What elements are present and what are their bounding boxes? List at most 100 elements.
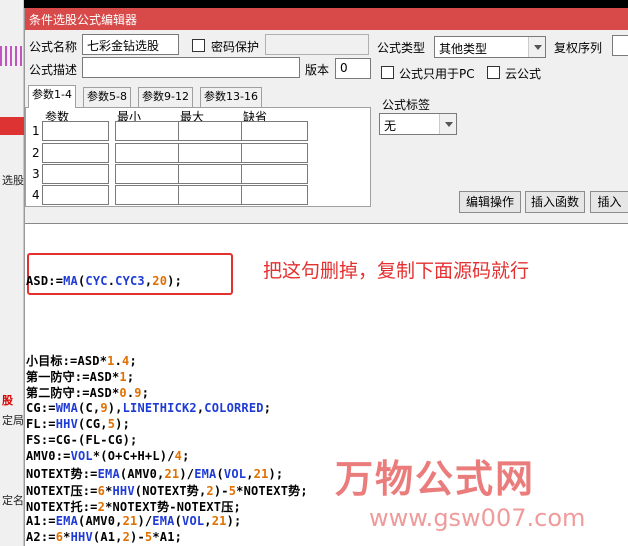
code-line[interactable]: NOTEXT势:=EMA(AMV0,21)/EMA(VOL,21);	[26, 465, 283, 482]
param-max-input[interactable]	[178, 143, 245, 163]
param-name-input[interactable]	[42, 121, 109, 141]
param-default-input[interactable]	[241, 185, 308, 205]
tab-params-1-4[interactable]: 参数1-4	[28, 85, 76, 108]
code-line[interactable]: FL:=HHV(CG,5);	[26, 417, 130, 431]
code-token: ;	[174, 530, 183, 545]
code-token: 2	[206, 483, 214, 498]
insert-function-button[interactable]: 插入函数	[525, 191, 585, 213]
password-checkbox[interactable]	[192, 39, 205, 52]
code-token: (	[174, 514, 183, 528]
cloud-checkbox[interactable]	[487, 66, 500, 79]
code-token: 6	[97, 483, 106, 498]
pc-only-checkbox[interactable]	[381, 66, 394, 79]
tag-select[interactable]: 无	[379, 113, 457, 135]
formula-name-label: 公式名称	[29, 40, 78, 54]
code-token: 势,	[186, 483, 207, 498]
description-input[interactable]	[82, 57, 300, 78]
param-min-input[interactable]	[115, 164, 182, 184]
code-token: ;	[126, 370, 135, 385]
code-token: 2	[122, 530, 131, 545]
param-min-input[interactable]	[115, 143, 182, 163]
code-token: ,	[115, 530, 123, 545]
code-token: 21	[211, 514, 227, 528]
code-token: 1	[107, 354, 115, 368]
code-token: )-	[213, 483, 229, 498]
code-token: 0	[119, 386, 127, 401]
code-line[interactable]: 小目标:=ASD*1.4;	[26, 352, 137, 369]
code-token: 4	[174, 449, 183, 464]
code-token: ;	[129, 354, 137, 368]
param-max-input[interactable]	[178, 164, 245, 184]
code-token: 2	[97, 499, 106, 514]
code-token: 9	[100, 400, 108, 415]
formula-type-select[interactable]: 其他类型	[434, 36, 546, 58]
code-token: );	[122, 433, 138, 447]
code-token: 小目标:=	[26, 354, 78, 368]
insert-more-button[interactable]: 插入	[590, 191, 628, 213]
code-token: ASD	[77, 354, 100, 368]
code-line[interactable]: FS:=CG-(FL-CG);	[26, 433, 137, 447]
code-token: NOTEXT	[243, 483, 289, 498]
code-token: ,	[100, 416, 108, 431]
code-token: A1	[159, 530, 175, 545]
param-name-input[interactable]	[42, 143, 109, 163]
param-max-input[interactable]	[178, 185, 245, 205]
restore-order-select[interactable]	[612, 35, 628, 56]
code-editor[interactable]: 把这句删掉，复制下面源码就行 ASD:=MA(CYC.CYC3,20); 小目标…	[25, 223, 628, 546]
code-token: CG	[107, 433, 123, 447]
tab-params-13-16[interactable]: 参数13-16	[200, 87, 262, 107]
param-row-number: 2	[32, 146, 40, 160]
code-token: 21	[122, 514, 138, 528]
code-line[interactable]: A1:=EMA(AMV0,21)/EMA(VOL,21);	[26, 514, 241, 528]
code-token: C	[85, 400, 93, 415]
password-input[interactable]	[265, 34, 369, 55]
code-token: ,	[115, 514, 123, 528]
param-name-input[interactable]	[42, 164, 109, 184]
code-token: AMV0	[26, 449, 56, 464]
param-default-input[interactable]	[241, 121, 308, 141]
edit-ops-button[interactable]: 编辑操作	[459, 191, 521, 213]
code-token: A2	[26, 530, 41, 545]
chevron-down-icon[interactable]	[528, 37, 545, 57]
tag-label: 公式标签	[382, 98, 431, 112]
code-token: EMA	[152, 514, 175, 528]
code-line[interactable]: NOTEXT压:=6*HHV(NOTEXT势,2)-5*NOTEXT势;	[26, 482, 308, 499]
code-line[interactable]: A2:=6*HHV(A1,2)-5*A1;	[26, 530, 182, 544]
code-token: 势:=	[70, 467, 98, 482]
background-app-sidebar: 选股 股 定局 定名	[0, 0, 24, 546]
code-line[interactable]: 第二防守:=ASD*0.9;	[26, 384, 149, 401]
code-token: HHV	[112, 483, 135, 498]
param-default-input[interactable]	[241, 143, 308, 163]
param-default-input[interactable]	[241, 164, 308, 184]
restore-order-label: 复权序列	[554, 41, 603, 55]
param-name-input[interactable]	[42, 185, 109, 205]
param-min-input[interactable]	[115, 121, 182, 141]
dialog-titlebar[interactable]: 条件选股公式编辑器	[25, 8, 628, 30]
version-input[interactable]: 0	[335, 58, 371, 79]
code-line[interactable]: CG:=WMA(C,9),LINETHICK2,COLORRED;	[26, 401, 271, 415]
code-line-asd[interactable]: ASD:=MA(CYC.CYC3,20);	[26, 274, 182, 288]
code-token: ;	[141, 386, 150, 401]
formula-type-label: 公式类型	[377, 41, 426, 55]
code-token: )/	[159, 449, 175, 464]
code-line[interactable]: AMV0:=VOL*(O+C+H+L)/4;	[26, 449, 190, 463]
code-line[interactable]: NOTEXT托:=2*NOTEXT势-NOTEXT压;	[26, 498, 241, 515]
code-token: 21	[164, 467, 180, 482]
formula-name-input[interactable]: 七彩金钻选股	[82, 34, 179, 55]
chevron-down-icon[interactable]	[439, 114, 456, 134]
code-token: C	[122, 449, 131, 464]
code-token: );	[268, 467, 284, 482]
tab-params-9-12[interactable]: 参数9-12	[138, 87, 193, 107]
code-line[interactable]: 第一防守:=ASD*1;	[26, 368, 134, 385]
param-max-input[interactable]	[178, 121, 245, 141]
background-label: 定局	[2, 414, 24, 427]
background-label: 选股	[2, 174, 24, 187]
code-token: ASD	[89, 386, 112, 401]
code-token: .	[114, 354, 123, 368]
code-token: ,	[204, 514, 212, 528]
code-token: A1	[100, 530, 116, 545]
code-token: A1	[26, 514, 41, 528]
code-token: 压;	[221, 499, 241, 514]
tab-params-5-8[interactable]: 参数5-8	[83, 87, 131, 107]
param-min-input[interactable]	[115, 185, 182, 205]
